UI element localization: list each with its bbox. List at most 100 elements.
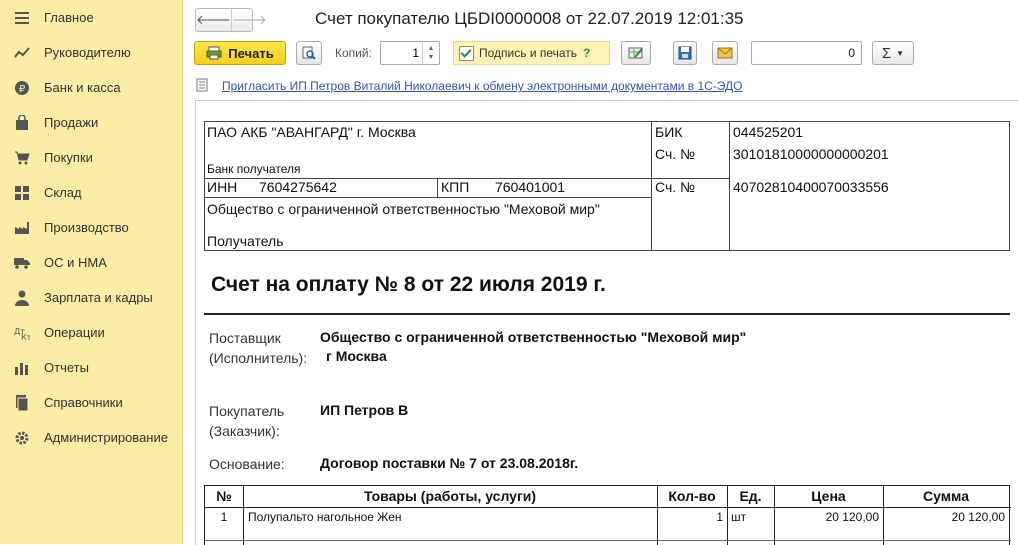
printer-icon <box>206 46 222 60</box>
cart-icon <box>14 150 30 166</box>
sidebar-item-label: Производство <box>44 220 129 235</box>
kpp-value: 760401001 <box>495 179 566 195</box>
preview-magnifier-icon <box>302 46 316 60</box>
forward-button[interactable]: 🡒 <box>230 9 267 31</box>
nav-buttons: 🡐 🡒 <box>195 8 267 32</box>
corr-account-label: Сч. № <box>655 146 696 162</box>
supplier-label-line2: (Исполнитель): <box>209 350 308 366</box>
basis-value: Договор поставки № 7 от 23.08.2018г. <box>320 455 579 471</box>
help-icon[interactable]: ? <box>583 46 590 60</box>
row-price: 20 120,00 <box>825 510 879 524</box>
row-qty: 1 <box>716 510 723 524</box>
buyer-value: ИП Петров В <box>320 402 409 418</box>
ruble-icon: ₽ <box>14 80 30 96</box>
corr-account-value: 30101810000000000201 <box>733 146 889 162</box>
account-label: Сч. № <box>655 179 696 195</box>
sidebar-item-label: ОС и НМА <box>44 255 107 270</box>
recipient-name: Общество с ограниченной ответственностью… <box>207 201 600 217</box>
factory-icon <box>14 220 30 236</box>
sidebar-item-label: Отчеты <box>44 360 89 375</box>
main-area: 🡐 🡒 Счет покупателю ЦБDI0000008 от 22.07… <box>183 0 1018 545</box>
col-header-sum: Сумма <box>922 488 970 504</box>
sidebar-item-7[interactable]: ОС и НМА <box>0 245 182 280</box>
print-button-label: Печать <box>228 45 274 61</box>
sidebar-item-3[interactable]: Продажи <box>0 105 182 140</box>
sign-and-print-label: Подпись и печать <box>479 46 578 60</box>
sidebar-item-label: Продажи <box>44 115 99 130</box>
account-value: 40702810400070033556 <box>733 179 889 195</box>
bank-name: ПАО АКБ "АВАНГАРД" г. Москва <box>207 124 416 140</box>
chevron-down-icon: ▼ <box>896 48 905 58</box>
col-header-qty: Кол-во <box>668 488 716 504</box>
send-email-button[interactable] <box>712 41 738 65</box>
sidebar-item-6[interactable]: Производство <box>0 210 182 245</box>
sidebar-item-4[interactable]: Покупки <box>0 140 182 175</box>
warehouse-grid-icon <box>14 185 30 201</box>
sidebar-item-1[interactable]: Руководителю <box>0 35 182 70</box>
inn-value: 7604275642 <box>259 179 337 195</box>
copies-input[interactable]: 1 ▲ ▼ <box>380 41 440 65</box>
sidebar-item-label: Администрирование <box>44 430 168 445</box>
sidebar-item-2[interactable]: ₽ Банк и касса <box>0 70 182 105</box>
buyer-label: Покупатель (Заказчик): <box>209 401 284 441</box>
sidebar-item-label: Покупки <box>44 150 93 165</box>
copies-spinner[interactable]: ▲ ▼ <box>422 42 439 64</box>
buyer-label-line2: (Заказчик): <box>209 423 280 439</box>
supplier-value: Общество с ограниченной ответственностью… <box>320 329 747 345</box>
sidebar-item-8[interactable]: Зарплата и кадры <box>0 280 182 315</box>
sidebar-item-12[interactable]: Администрирование <box>0 420 182 455</box>
sum-dropdown-button[interactable]: Σ ▼ <box>872 41 914 65</box>
edit-table-icon <box>628 47 643 59</box>
row-sum: 20 120,00 <box>951 510 1005 524</box>
preview-button[interactable] <box>296 41 322 65</box>
buyer-label-line1: Покупатель <box>209 403 285 419</box>
person-icon <box>14 290 30 306</box>
sign-and-print-checkbox[interactable] <box>459 45 474 61</box>
envelope-icon <box>717 47 733 59</box>
col-header-goods: Товары (работы, услуги) <box>363 488 537 504</box>
sidebar-item-10[interactable]: Отчеты <box>0 350 182 385</box>
document-preview: ПАО АКБ "АВАНГАРД" г. Москва Банк получа… <box>195 100 1018 545</box>
books-icon <box>14 394 30 411</box>
kpp-label: КПП <box>441 179 470 195</box>
row-number: 1 <box>220 510 228 524</box>
bik-value: 044525201 <box>733 124 804 140</box>
spinner-up-icon[interactable]: ▲ <box>428 44 435 53</box>
row-goods-name: Полупальто нагольное Жен <box>248 510 402 524</box>
sidebar: Главное Руководителю ₽ Банк и касса Продажи П… <box>0 0 183 544</box>
title-divider <box>204 313 1010 315</box>
sidebar-item-label: Справочники <box>44 395 123 410</box>
back-button[interactable]: 🡐 <box>196 9 231 31</box>
truck-icon <box>14 255 30 271</box>
copies-value: 1 <box>412 46 419 60</box>
sidebar-item-5[interactable]: Склад <box>0 175 182 210</box>
page-title: Счет покупателю ЦБDI0000008 от 22.07.201… <box>315 9 744 28</box>
items-table: № Товары (работы, услуги) Кол-во Ед. Цен… <box>204 485 1011 545</box>
gear-icon <box>14 430 30 446</box>
svg-text:₽: ₽ <box>19 84 26 95</box>
print-button[interactable]: Печать <box>194 41 286 65</box>
edo-invite-link[interactable]: Пригласить ИП Петров Виталий Николаевич … <box>222 79 743 93</box>
sidebar-item-label: Главное <box>44 10 94 25</box>
bik-label: БИК <box>655 124 683 140</box>
sidebar-item-label: Зарплата и кадры <box>44 290 153 305</box>
bank-caption: Банк получателя <box>207 162 301 176</box>
supplier-label-line1: Поставщик <box>209 330 281 346</box>
edit-signature-button[interactable] <box>621 41 651 65</box>
sidebar-item-11[interactable]: Справочники <box>0 385 182 420</box>
row-unit: шт <box>731 510 747 524</box>
sidebar-item-label: Руководителю <box>44 45 131 60</box>
invoice-title: Счет на оплату № 8 от 22 июля 2019 г. <box>211 273 606 296</box>
sum-field[interactable]: 0 <box>751 41 862 65</box>
sidebar-item-9[interactable]: Дт Кт Операции <box>0 315 182 350</box>
sign-and-print-toggle[interactable]: Подпись и печать ? <box>453 41 610 65</box>
bar-chart-icon <box>14 360 30 376</box>
svg-text:Кт: Кт <box>21 333 30 340</box>
sidebar-item-0[interactable]: Главное <box>0 0 182 35</box>
recipient-caption: Получатель <box>207 233 284 249</box>
sidebar-item-label: Операции <box>44 325 105 340</box>
basis-label: Основание: <box>209 456 285 472</box>
spinner-down-icon[interactable]: ▼ <box>428 53 435 62</box>
save-button[interactable] <box>673 41 697 65</box>
debit-credit-icon: Дт Кт <box>14 325 30 341</box>
